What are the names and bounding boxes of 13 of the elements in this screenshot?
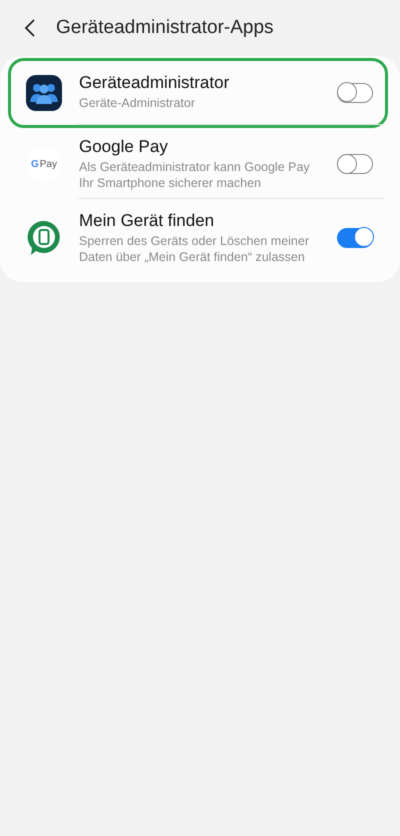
toggle-switch[interactable] [337,228,373,248]
toggle-switch[interactable] [337,154,373,174]
toggle-switch[interactable] [337,82,373,102]
app-title: Google Pay [79,137,169,157]
app-title: Mein Gerät finden [79,210,216,230]
app-description: Sperren des Geräts oder Löschen meiner Daten über „Mein Gerät finden“ zulassen [79,232,310,265]
back-icon [24,18,36,38]
app-description: Geräte-Administrator [79,95,196,112]
phone-pin-icon [27,220,61,256]
app-title: Geräteadministrator [79,73,230,94]
app-description: Als Geräteadministrator kann Google Pay Ihr Smartphone sicherer machen [79,159,311,192]
people-icon [26,75,62,111]
page-title: Geräteadministrator-Apps [56,17,274,39]
